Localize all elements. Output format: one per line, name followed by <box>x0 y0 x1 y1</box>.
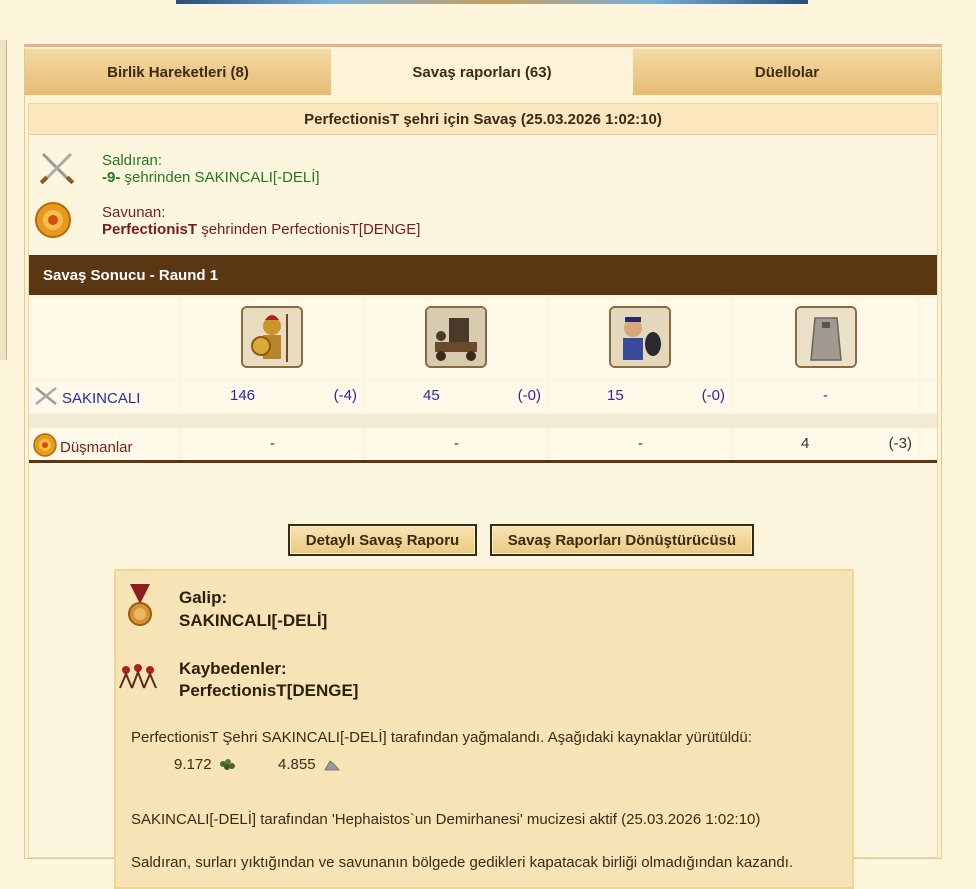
attacker-info: Saldıran: -9- şehrinden SAKINCALI[-DELİ] <box>102 152 320 186</box>
unit-count: 4 <box>801 435 810 452</box>
plunder-text: PerfectionisT Şehri SAKINCALI[-DELİ] tar… <box>131 729 752 746</box>
row-label-cell: Düşmanlar <box>29 429 179 459</box>
result-box: Galip: SAKINCALI[-DELİ] Kaybedenler: Per… <box>114 569 854 889</box>
crossed-swords-icon <box>37 148 77 188</box>
tab-duels[interactable]: Düellolar <box>633 49 941 95</box>
defender-label: Savunan: <box>102 204 166 221</box>
reports-panel: Birlik Hareketleri (8) Savaş raporları (… <box>24 44 942 889</box>
shield-icon <box>33 200 73 240</box>
attacker-row-name[interactable]: SAKINCALI <box>62 390 140 407</box>
enemy-units-row: Düşmanlar - - - 4 (-3) <box>29 429 937 459</box>
medal-icon <box>120 584 160 627</box>
count-cell: 4 (-3) <box>734 429 918 459</box>
hoplite-icon[interactable] <box>241 306 303 368</box>
defender-player[interactable]: şehrinden PerfectionisT[DENGE] <box>197 221 420 238</box>
unit-loss: (-3) <box>888 435 912 452</box>
unit-count: 45 <box>423 387 440 404</box>
miracle-text: SAKINCALI[-DELİ] tarafından 'Hephaistos`… <box>131 811 761 828</box>
attacker-city[interactable]: -9- <box>102 169 120 186</box>
unit-count: - <box>638 435 643 452</box>
left-scroll-edge <box>0 40 7 360</box>
count-cell: - <box>182 429 363 459</box>
marble-amount: 4.855 <box>278 756 316 773</box>
unit-cell <box>366 298 547 378</box>
count-cell: - <box>366 429 547 459</box>
wall-icon[interactable] <box>795 306 857 368</box>
unit-loss: (-4) <box>333 387 357 404</box>
loser-name[interactable]: PerfectionisT[DENGE] <box>179 681 358 701</box>
count-cell: - <box>550 429 731 459</box>
slinger-icon[interactable] <box>609 306 671 368</box>
defender-city[interactable]: PerfectionisT <box>102 221 197 238</box>
unit-cell <box>734 298 918 378</box>
defender-info: Savunan: PerfectionisT şehrinden Perfect… <box>102 204 420 238</box>
unit-count: 15 <box>607 387 624 404</box>
unit-count: - <box>823 387 828 404</box>
count-cell-extra <box>921 381 937 412</box>
unit-header-row <box>29 298 937 378</box>
loser-label: Kaybedenler: <box>179 659 287 678</box>
marble-icon <box>324 758 340 776</box>
attacker-player[interactable]: şehrinden SAKINCALI[-DELİ] <box>120 169 320 186</box>
count-cell-extra <box>921 429 937 459</box>
walls-text: Saldıran, surları yıktığından ve savunan… <box>131 854 794 871</box>
unit-count: 146 <box>230 387 256 404</box>
wine-amount: 9.172 <box>174 756 212 773</box>
enemy-row-name: Düşmanlar <box>60 438 133 456</box>
battle-report: PerfectionisT şehri için Savaş (25.03.20… <box>28 103 938 889</box>
table-bottom-border <box>29 460 937 463</box>
count-cell: 146 (-4) <box>182 381 363 412</box>
attacker-row-label: SAKINCALI <box>33 385 140 411</box>
unit-cell-extra <box>921 298 937 378</box>
unit-loss: (-0) <box>517 387 541 404</box>
shield-icon <box>33 433 57 461</box>
unit-cell <box>550 298 731 378</box>
attacker-units-row: SAKINCALI 146 (-4) 45 (-0) 15 (-0) - <box>29 381 937 412</box>
row-label-cell: SAKINCALI <box>29 381 179 412</box>
unit-cell <box>182 298 363 378</box>
row-spacer <box>29 414 937 428</box>
detailed-report-button[interactable]: Detaylı Savaş Raporu <box>288 524 477 556</box>
crossed-swords-icon <box>33 385 59 411</box>
round-header: Savaş Sonucu - Raund 1 <box>29 255 937 295</box>
catapult-icon[interactable] <box>425 306 487 368</box>
count-cell: 15 (-0) <box>550 381 731 412</box>
enemy-row-label: Düşmanlar <box>33 433 133 461</box>
winner-label: Galip: <box>179 588 228 607</box>
fallen-troops-icon <box>118 655 158 695</box>
count-cell: - <box>734 381 918 412</box>
unit-count: - <box>454 435 459 452</box>
report-converter-button[interactable]: Savaş Raporları Dönüştürücüsü <box>490 524 754 556</box>
count-cell: 45 (-0) <box>366 381 547 412</box>
winner-name[interactable]: SAKINCALI[-DELİ] <box>179 611 327 631</box>
unit-count: - <box>270 435 275 452</box>
attacker-label: Saldıran: <box>102 152 163 169</box>
top-banner-image <box>176 0 808 4</box>
tab-battle-reports[interactable]: Savaş raporları (63) <box>331 49 633 95</box>
unit-loss: (-0) <box>701 387 725 404</box>
tab-troop-movements[interactable]: Birlik Hareketleri (8) <box>25 49 331 95</box>
battle-title: PerfectionisT şehri için Savaş (25.03.20… <box>29 104 937 135</box>
tab-bar: Birlik Hareketleri (8) Savaş raporları (… <box>25 49 941 95</box>
grapes-icon <box>218 757 236 776</box>
unit-header-empty <box>29 298 179 378</box>
